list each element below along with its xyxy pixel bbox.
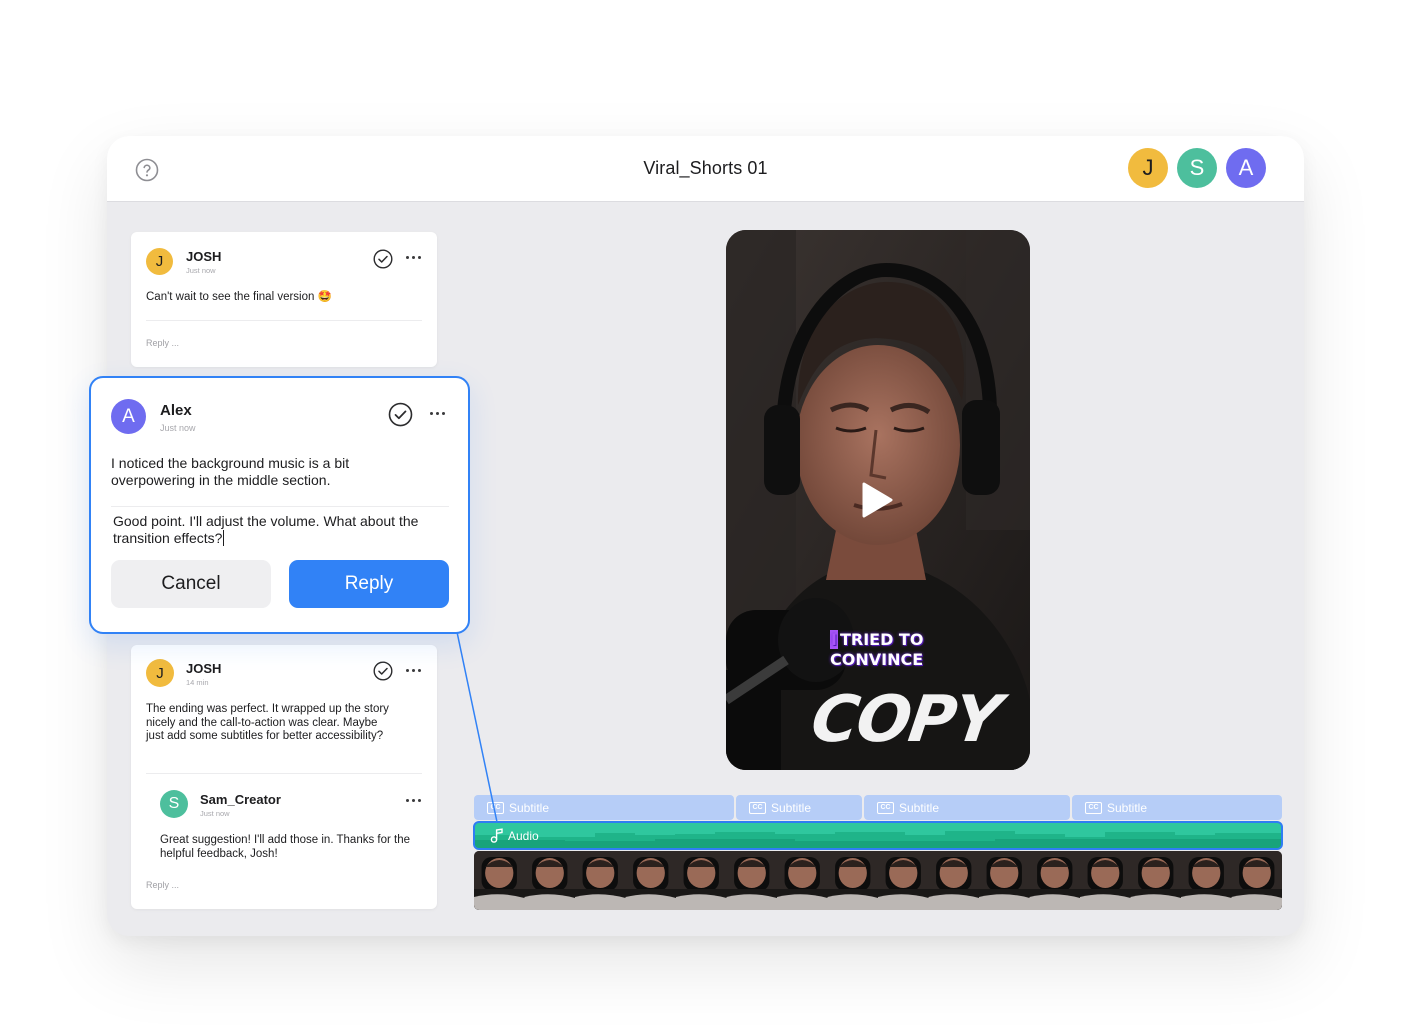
cc-icon: CC [749,802,766,814]
avatar-initial: A [122,405,135,427]
comment-text: The ending was perfect. It wrapped up th… [146,703,389,743]
cc-icon: CC [877,802,894,814]
reply-draft-text: Good point. I'll adjust the volume. What… [113,513,419,546]
play-icon[interactable] [860,481,894,519]
comment-time: Just now [160,423,196,433]
avatar: S [160,790,188,818]
reply-input[interactable]: Good point. I'll adjust the volume. What… [113,513,451,547]
cc-icon: CC [1085,802,1102,814]
filmstrip-thumbnail [1029,851,1080,910]
more-options-icon[interactable] [406,669,421,672]
filmstrip-thumbnail [575,851,626,910]
project-title: Viral_Shorts 01 [643,158,768,178]
avatar-sam[interactable]: S [1177,148,1217,188]
more-options-icon[interactable] [406,256,421,259]
comment-author: JOSH [186,249,222,264]
comment-author: JOSH [186,661,222,676]
caption-line: TRIED TO [839,630,924,649]
comment-text: I noticed the background music is a bit … [111,455,350,488]
music-note-icon [490,828,503,843]
divider [146,773,422,774]
avatar-initial: S [168,795,180,812]
reply-author: Sam_Creator [200,792,281,807]
filmstrip-thumbnail [676,851,727,910]
subtitle-clip[interactable]: CC Subtitle [864,795,1070,820]
cc-icon: CC [487,802,504,814]
subtitle-clip[interactable]: CC Subtitle [1072,795,1282,820]
avatar: J [146,659,174,687]
cancel-button[interactable]: Cancel [111,560,271,608]
filmstrip-thumbnail [625,851,676,910]
filmstrip-thumbnail [827,851,878,910]
reply-text: Great suggestion! I'll add those in. Tha… [160,834,411,860]
avatar-initial: A [1238,155,1254,180]
reply-time: Just now [200,809,230,818]
filmstrip-thumbnail [979,851,1030,910]
avatar-josh[interactable]: J [1128,148,1168,188]
caption-highlight: I [830,630,838,649]
clip-label: CC Subtitle [749,801,811,815]
avatar: J [146,248,173,275]
comment-time: 14 min [186,678,209,687]
filmstrip-thumbnail [1231,851,1282,910]
filmstrip-thumbnails [474,851,1282,910]
subtitle-label: Subtitle [899,801,940,815]
avatar-initial: S [1189,155,1205,180]
avatar-initial: J [156,664,164,682]
avatar-alex[interactable]: A [1226,148,1266,188]
resolve-check-icon[interactable] [373,661,393,681]
comment-text: Can't wait to see the final version 🤩 [146,291,332,303]
audio-label: Audio [490,828,539,843]
filmstrip-thumbnail [474,851,525,910]
avatar-initial: J [1142,155,1154,180]
collaborator-avatars: J S A [1128,148,1266,188]
video-caption: I TRIED TO CONVINCE [830,630,960,670]
audio-waveform [475,831,1281,848]
active-comment-popup: A Alex Just now I noticed the background… [89,376,470,634]
divider [111,506,449,507]
video-filmstrip[interactable] [474,851,1282,910]
clip-label: CC Subtitle [1085,801,1147,815]
top-bar: Viral_Shorts 01 J S A [107,136,1304,202]
comment-time: Just now [186,266,216,275]
comment-card-josh-top: J JOSH Just now Can't wait to see the fi… [131,232,437,367]
caption-line: CONVINCE [830,650,924,669]
filmstrip-thumbnail [928,851,979,910]
audio-track[interactable]: Audio [473,821,1283,850]
subtitle-clip[interactable]: CC Subtitle [474,795,734,820]
reply-field[interactable]: Reply ... [146,338,179,348]
filmstrip-thumbnail [878,851,929,910]
filmstrip-thumbnail [1130,851,1181,910]
more-options-icon[interactable] [406,799,421,802]
shirt-text: COPY [806,683,1004,757]
reply-field[interactable]: Reply ... [146,880,179,890]
clip-label: CC Subtitle [487,801,549,815]
avatar: A [111,399,146,434]
filmstrip-thumbnail [1181,851,1232,910]
resolve-check-icon[interactable] [373,249,393,269]
subtitle-label: Subtitle [771,801,812,815]
filmstrip-thumbnail [777,851,828,910]
avatar-initial: J [155,253,164,270]
filmstrip-thumbnail [726,851,777,910]
text-cursor [223,530,225,546]
app-stage: Viral_Shorts 01 J S A J JOSH Just now Ca… [0,0,1412,1027]
subtitle-label: Subtitle [509,801,550,815]
audio-label-text: Audio [508,828,539,843]
reply-button[interactable]: Reply [289,560,449,608]
filmstrip-thumbnail [1080,851,1131,910]
comment-author: Alex [160,402,192,419]
resolve-check-icon[interactable] [388,402,413,427]
subtitle-clip[interactable]: CC Subtitle [736,795,862,820]
clip-label: CC Subtitle [877,801,939,815]
filmstrip-thumbnail [524,851,575,910]
comment-card-josh-bottom: J JOSH 14 min The ending was perfect. It… [131,645,437,909]
more-options-icon[interactable] [430,412,445,415]
divider [146,320,422,321]
subtitle-label: Subtitle [1107,801,1148,815]
